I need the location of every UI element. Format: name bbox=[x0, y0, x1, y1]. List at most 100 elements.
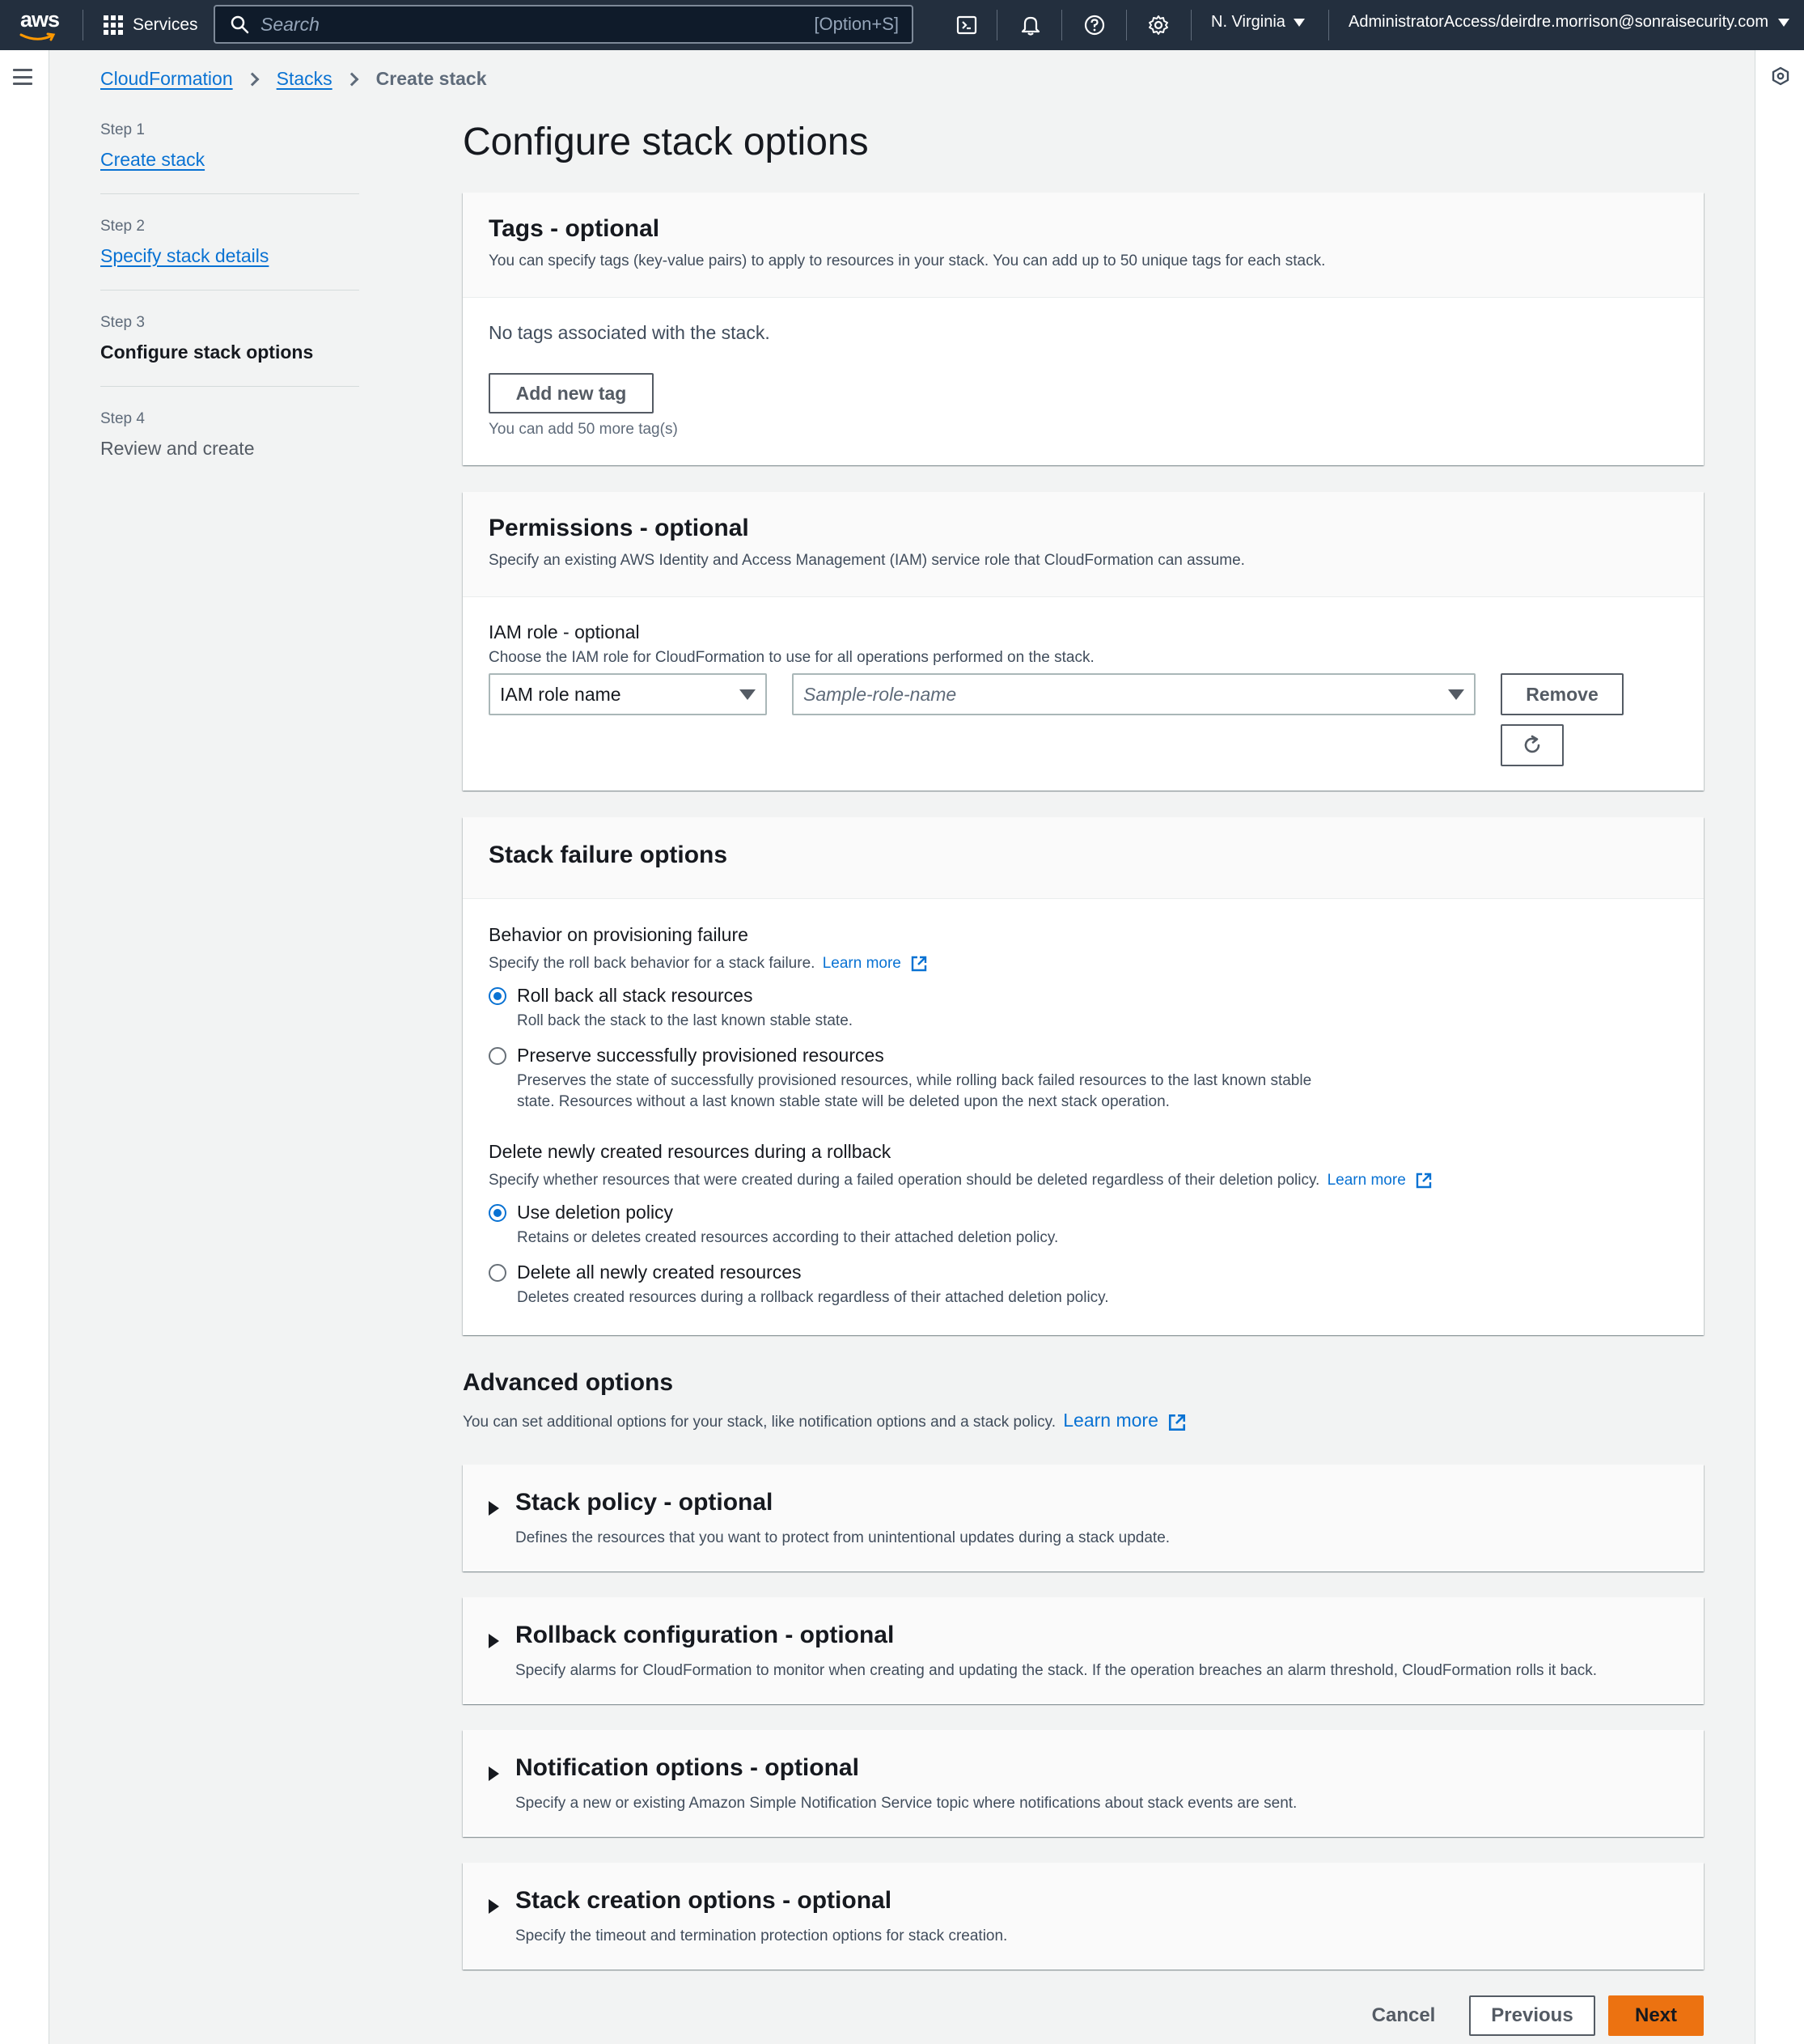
external-link-icon bbox=[911, 956, 927, 972]
delete-new-resources-desc-text: Specify whether resources that were crea… bbox=[489, 1172, 1320, 1190]
rollback-all-description: Roll back the stack to the last known st… bbox=[517, 1012, 853, 1029]
tags-remaining-text: You can add 50 more tag(s) bbox=[489, 421, 678, 438]
caret-down-icon bbox=[739, 689, 756, 700]
iam-role-name-select[interactable]: Sample-role-name bbox=[792, 673, 1476, 715]
remove-role-button[interactable]: Remove bbox=[1501, 673, 1624, 715]
tools-rail bbox=[1755, 50, 1804, 2044]
help-icon[interactable] bbox=[1081, 11, 1108, 39]
stack-failure-panel: Stack failure options Behavior on provis… bbox=[463, 817, 1704, 1335]
region-selector[interactable]: N. Virginia bbox=[1211, 13, 1305, 32]
rollback-all-radio[interactable] bbox=[489, 987, 506, 1005]
notification-options-header bbox=[463, 1730, 1704, 1835]
tags-empty-text: No tags associated with the stack. bbox=[489, 322, 770, 343]
rollback-configuration-header bbox=[463, 1597, 1704, 1703]
preserve-resources-radio[interactable] bbox=[489, 1047, 506, 1065]
preserve-resources-description: Preserves the state of successfully prov… bbox=[517, 1072, 1312, 1089]
tags-description: You can specify tags (key-value pairs) t… bbox=[489, 252, 1326, 269]
permissions-title: Permissions - optional bbox=[489, 515, 749, 541]
settings-icon[interactable] bbox=[1145, 11, 1172, 39]
stack-failure-title: Stack failure options bbox=[489, 842, 728, 868]
account-label: AdministratorAccess/deirdre.morrison@son… bbox=[1349, 13, 1768, 31]
provisioning-failure-desc-text: Specify the roll back behavior for a sta… bbox=[489, 955, 815, 973]
aws-logo-text: aws bbox=[20, 7, 60, 32]
stack-creation-options-expandable[interactable]: Stack creation options - optional Specif… bbox=[463, 1863, 1704, 1970]
external-link-icon bbox=[1169, 1414, 1186, 1431]
breadcrumb-cloudformation-link[interactable]: CloudFormation bbox=[100, 68, 233, 90]
nav-divider bbox=[1126, 10, 1127, 40]
notification-options-expandable[interactable]: Notification options - optional Specify … bbox=[463, 1730, 1704, 1837]
aws-logo[interactable]: aws bbox=[18, 6, 63, 42]
rollback-configuration-expandable[interactable]: Rollback configuration - optional Specif… bbox=[463, 1597, 1704, 1704]
expand-caret-icon bbox=[489, 1634, 499, 1648]
learn-more-link[interactable]: Learn more bbox=[1063, 1410, 1158, 1431]
expand-caret-icon bbox=[489, 1899, 499, 1914]
refresh-icon bbox=[1524, 735, 1540, 753]
iam-role-name-placeholder: Sample-role-name bbox=[803, 683, 957, 705]
permissions-panel-header bbox=[463, 492, 1704, 597]
advanced-options-desc-text: You can set additional options for your … bbox=[463, 1414, 1056, 1431]
notifications-icon[interactable] bbox=[1017, 11, 1044, 39]
info-panel-icon[interactable] bbox=[1771, 66, 1790, 86]
provisioning-failure-label: Behavior on provisioning failure bbox=[489, 924, 748, 945]
advanced-options-title: Advanced options bbox=[463, 1369, 674, 1396]
cloudshell-icon[interactable] bbox=[953, 11, 980, 39]
stack-policy-description: Defines the resources that you want to p… bbox=[515, 1529, 1171, 1546]
preserve-resources-description-2: state. Resources without a last known st… bbox=[517, 1093, 1170, 1110]
step-3-current: Configure stack options bbox=[100, 341, 314, 363]
next-button[interactable]: Next bbox=[1608, 1995, 1704, 2036]
delete-all-new-radio[interactable] bbox=[489, 1264, 506, 1282]
search-input[interactable]: Search bbox=[260, 14, 814, 36]
use-deletion-policy-description: Retains or deletes created resources acc… bbox=[517, 1229, 1059, 1246]
stack-policy-title: Stack policy - optional bbox=[515, 1489, 773, 1516]
iam-role-type-select[interactable]: IAM role name bbox=[489, 673, 767, 715]
aws-smile-icon bbox=[19, 32, 56, 41]
step-3-label: Step 3 bbox=[100, 314, 145, 331]
refresh-roles-button[interactable] bbox=[1501, 724, 1564, 766]
stack-policy-expandable[interactable]: Stack policy - optional Defines the reso… bbox=[463, 1465, 1704, 1571]
learn-more-link[interactable]: Learn more bbox=[1328, 1172, 1406, 1189]
cancel-button[interactable]: Cancel bbox=[1359, 1997, 1448, 2034]
use-deletion-policy-radio[interactable] bbox=[489, 1204, 506, 1222]
stack-policy-header bbox=[463, 1465, 1704, 1570]
services-label: Services bbox=[133, 15, 198, 34]
services-grid-icon bbox=[104, 15, 123, 35]
stack-creation-options-title: Stack creation options - optional bbox=[515, 1887, 892, 1914]
step-1-label: Step 1 bbox=[100, 121, 145, 138]
step-1-link[interactable]: Create stack bbox=[100, 149, 205, 171]
expand-caret-icon bbox=[489, 1501, 499, 1516]
step-divider bbox=[100, 193, 359, 194]
chevron-right-icon bbox=[345, 72, 359, 86]
rollback-all-label: Roll back all stack resources bbox=[517, 985, 753, 1006]
top-navigation-bar: aws Services Search [Option+S] N. Virgin… bbox=[0, 0, 1804, 50]
rollback-configuration-title: Rollback configuration - optional bbox=[515, 1622, 895, 1648]
use-deletion-policy-label: Use deletion policy bbox=[517, 1202, 674, 1223]
iam-role-label: IAM role - optional bbox=[489, 621, 640, 642]
caret-down-icon bbox=[1777, 18, 1789, 27]
external-link-icon bbox=[1416, 1173, 1432, 1189]
tags-title: Tags - optional bbox=[489, 215, 660, 242]
breadcrumb-stacks-link[interactable]: Stacks bbox=[277, 68, 332, 90]
breadcrumb-current: Create stack bbox=[375, 68, 487, 89]
side-navigation-rail bbox=[0, 50, 49, 2044]
iam-role-description: Choose the IAM role for CloudFormation t… bbox=[489, 649, 1095, 666]
services-menu-button[interactable]: Services bbox=[104, 11, 198, 40]
step-2-link[interactable]: Specify stack details bbox=[100, 245, 269, 267]
permissions-panel: Permissions - optional Specify an existi… bbox=[463, 492, 1704, 791]
account-menu[interactable]: AdministratorAccess/deirdre.morrison@son… bbox=[1349, 13, 1789, 32]
advanced-options-description: You can set additional options for your … bbox=[463, 1410, 1187, 1432]
menu-icon[interactable] bbox=[13, 69, 32, 85]
search-bar[interactable]: Search [Option+S] bbox=[214, 5, 913, 44]
step-4-label: Step 4 bbox=[100, 410, 145, 427]
add-new-tag-button[interactable]: Add new tag bbox=[489, 373, 654, 413]
search-shortcut-hint: [Option+S] bbox=[814, 14, 899, 34]
caret-down-icon bbox=[1293, 18, 1305, 27]
step-4-disabled: Review and create bbox=[100, 438, 255, 459]
preserve-resources-label: Preserve successfully provisioned resour… bbox=[517, 1045, 884, 1066]
breadcrumb: CloudFormation Stacks Create stack bbox=[100, 68, 486, 90]
delete-all-new-description: Deletes created resources during a rollb… bbox=[517, 1289, 1109, 1306]
learn-more-link[interactable]: Learn more bbox=[823, 955, 901, 972]
region-label: N. Virginia bbox=[1211, 13, 1285, 31]
delete-new-resources-label: Delete newly created resources during a … bbox=[489, 1141, 891, 1162]
previous-button[interactable]: Previous bbox=[1469, 1995, 1595, 2036]
nav-divider bbox=[1061, 10, 1062, 40]
